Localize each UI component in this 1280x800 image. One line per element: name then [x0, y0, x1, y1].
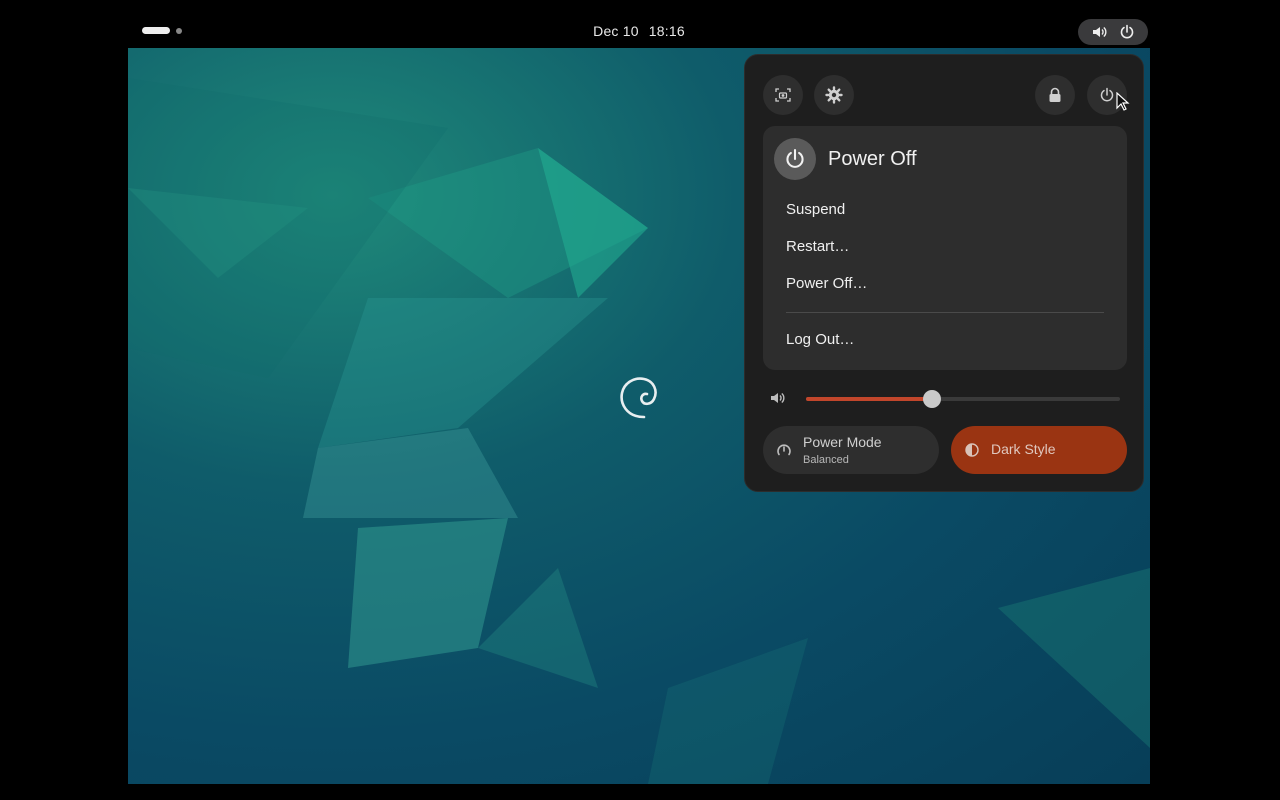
volume-slider-handle[interactable]	[922, 390, 941, 408]
lock-icon	[1049, 87, 1061, 102]
power-icon	[1100, 87, 1114, 102]
suspend-item[interactable]: Suspend	[786, 201, 845, 218]
power-off-submenu: Power Off Suspend Restart… Power Off… Lo…	[763, 126, 1127, 370]
top-bar: Dec 10 18:16	[128, 16, 1150, 48]
volume-row	[745, 385, 1145, 411]
time-label: 18:16	[648, 23, 685, 39]
power-off-header-icon	[774, 138, 816, 180]
dark-style-icon	[965, 443, 979, 457]
mouse-pointer-icon	[1116, 92, 1130, 111]
screenshot-icon	[775, 88, 791, 102]
volume-icon[interactable]	[769, 390, 785, 406]
lock-button[interactable]	[1035, 75, 1075, 115]
volume-icon	[1093, 26, 1107, 38]
volume-slider-fill	[806, 397, 932, 401]
date-label: Dec 10	[593, 23, 639, 39]
power-mode-value: Balanced	[803, 454, 849, 466]
desktop-screen: Dec 10 18:16 Power Off Suspend Restart… …	[128, 16, 1150, 784]
power-submenu-title: Power Off	[828, 148, 917, 170]
date-time-button[interactable]: Dec 10 18:16	[128, 23, 1150, 39]
log-out-item[interactable]: Log Out…	[786, 331, 854, 348]
screenshot-button[interactable]	[763, 75, 803, 115]
power-mode-icon	[777, 444, 791, 456]
quick-settings-menu: Power Off Suspend Restart… Power Off… Lo…	[744, 54, 1144, 492]
power-off-item[interactable]: Power Off…	[786, 275, 867, 292]
settings-icon	[825, 86, 843, 104]
power-mode-toggle[interactable]: Power Mode Balanced	[763, 426, 939, 474]
power-icon	[1120, 24, 1134, 39]
debian-logo	[618, 373, 662, 430]
dark-style-toggle[interactable]: Dark Style	[951, 426, 1127, 474]
menu-separator	[786, 312, 1104, 313]
restart-item[interactable]: Restart…	[786, 238, 849, 255]
power-icon	[786, 149, 804, 168]
system-status-button[interactable]	[1078, 19, 1148, 45]
power-mode-label: Power Mode	[803, 434, 882, 450]
volume-slider[interactable]	[806, 390, 1120, 408]
dark-style-label: Dark Style	[991, 441, 1056, 457]
settings-button[interactable]	[814, 75, 854, 115]
